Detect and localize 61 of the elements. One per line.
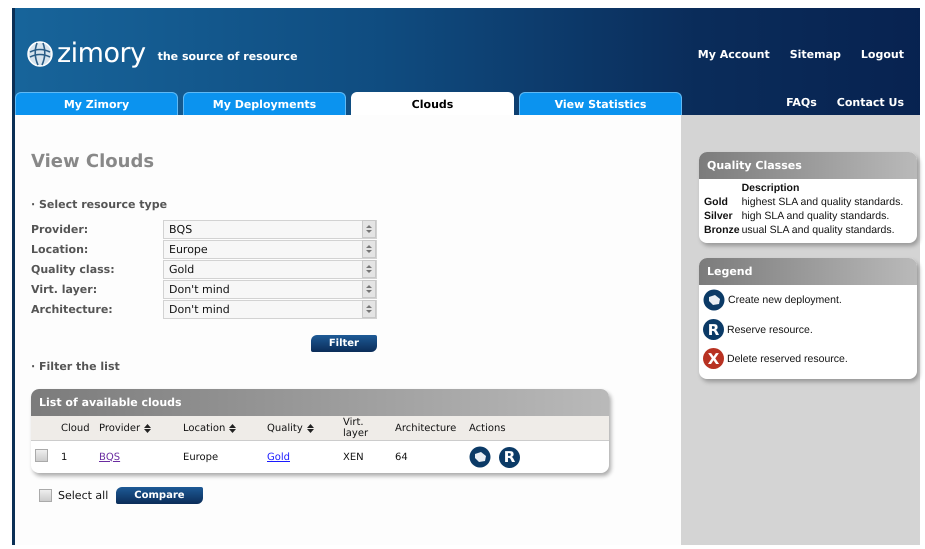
field-label: Location: <box>31 242 90 256</box>
header-link[interactable]: FAQs <box>786 96 817 109</box>
reserve-icon[interactable]: R <box>499 446 520 468</box>
column-header: Actions <box>469 422 506 434</box>
section-heading: · Select resource type <box>31 198 168 211</box>
table-cell: Europe <box>183 452 218 462</box>
header-link[interactable]: Sitemap <box>790 48 841 60</box>
column-header[interactable]: Provider <box>99 422 152 434</box>
header-link[interactable]: My Account <box>698 48 770 60</box>
legend-text: Reserve resource. <box>727 324 813 336</box>
section-heading: · Filter the list <box>31 360 121 373</box>
header-link[interactable]: Logout <box>860 48 904 60</box>
field-label: Architecture: <box>31 302 114 316</box>
dropdown[interactable]: BQS <box>163 220 377 238</box>
class-description: high SLA and quality standards. <box>742 210 890 222</box>
select-all-checkbox[interactable] <box>39 489 52 502</box>
dropdown[interactable]: Gold <box>163 260 377 278</box>
class-description: usual SLA and quality standards. <box>742 224 895 236</box>
field-label: Provider: <box>31 222 90 236</box>
table-cell: XEN <box>343 452 364 462</box>
cloud-icon[interactable] <box>469 446 491 468</box>
legend-text: Create new deployment. <box>728 294 842 306</box>
row-checkbox[interactable] <box>35 449 48 462</box>
table-cell: 1 <box>61 452 68 462</box>
reserve-icon: R <box>703 319 724 340</box>
card-title: Legend <box>699 258 917 285</box>
dropdown[interactable]: Don't mind <box>163 300 377 318</box>
column-header[interactable]: Quality <box>267 422 314 434</box>
table-cell: 64 <box>395 452 408 462</box>
class-name: Bronze <box>704 224 740 236</box>
legend-text: Delete reserved resource. <box>727 352 848 364</box>
class-name: Silver <box>704 210 733 222</box>
nav-tab[interactable]: Clouds <box>351 92 514 115</box>
column-header: Description <box>742 182 800 194</box>
globe-icon <box>27 41 53 67</box>
delete-icon: X <box>703 348 724 369</box>
compare-button[interactable]: Compare <box>116 487 203 504</box>
select-all-label: Select all <box>58 489 108 502</box>
cloud-icon <box>703 289 725 311</box>
sort-icon <box>229 424 236 432</box>
provider-link[interactable]: BQS <box>99 452 120 462</box>
dropdown[interactable]: Don't mind <box>163 280 377 298</box>
field-label: Virt. layer: <box>31 282 98 296</box>
card-title: Quality Classes <box>699 152 917 179</box>
quality-link[interactable]: Gold <box>267 452 290 462</box>
dropdown[interactable]: Europe <box>163 240 377 258</box>
column-header: Cloud <box>61 422 90 434</box>
header-link[interactable]: Contact Us <box>836 96 904 109</box>
field-label: Quality class: <box>31 262 116 276</box>
logo[interactable]: zimory <box>57 41 146 67</box>
table-title: List of available clouds <box>31 389 609 416</box>
tagline: the source of resource <box>158 50 298 62</box>
sort-icon <box>144 424 152 432</box>
class-description: highest SLA and quality standards. <box>742 196 904 208</box>
sort-icon <box>306 424 314 432</box>
filter-button[interactable]: Filter <box>310 335 377 352</box>
column-header: Architecture <box>395 422 456 434</box>
page-title: View Clouds <box>31 151 156 172</box>
class-name: Gold <box>704 196 728 208</box>
column-header: Virt. layer <box>343 417 370 439</box>
column-header[interactable]: Location <box>183 422 236 434</box>
